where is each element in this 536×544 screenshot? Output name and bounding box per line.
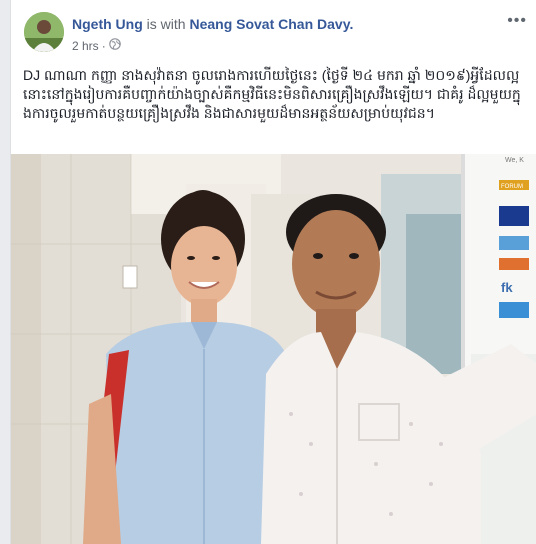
banner-fk-text: fk [501, 280, 513, 295]
post-meta: 2 hrs · [72, 38, 121, 53]
post-header: Ngeth Ung is with Neang Sovat Chan Davy.… [11, 0, 536, 60]
post-author-line: Ngeth Ung is with Neang Sovat Chan Davy. [72, 16, 353, 32]
banner-forum-text: FORUM [501, 184, 523, 190]
meta-separator: · [101, 38, 106, 53]
with-text: is with [146, 16, 186, 32]
author-avatar[interactable] [24, 12, 64, 52]
globe-icon[interactable] [108, 38, 121, 53]
post-timestamp[interactable]: 2 hrs [72, 39, 99, 53]
tagged-person-link[interactable]: Neang Sovat Chan Davy. [189, 16, 353, 32]
post-photo[interactable]: We, K FORUM fk [11, 154, 536, 544]
banner-text-top: We, K [505, 157, 524, 164]
author-name-link[interactable]: Ngeth Ung [72, 16, 143, 32]
more-options-icon[interactable]: ••• [507, 12, 527, 30]
post-card: Ngeth Ung is with Neang Sovat Chan Davy.… [10, 0, 536, 544]
post-body-text: DJ ណាណា កញ្ញា នាងសុវ៉ាតនា ចូលរោងការហើយថ្… [23, 67, 521, 121]
